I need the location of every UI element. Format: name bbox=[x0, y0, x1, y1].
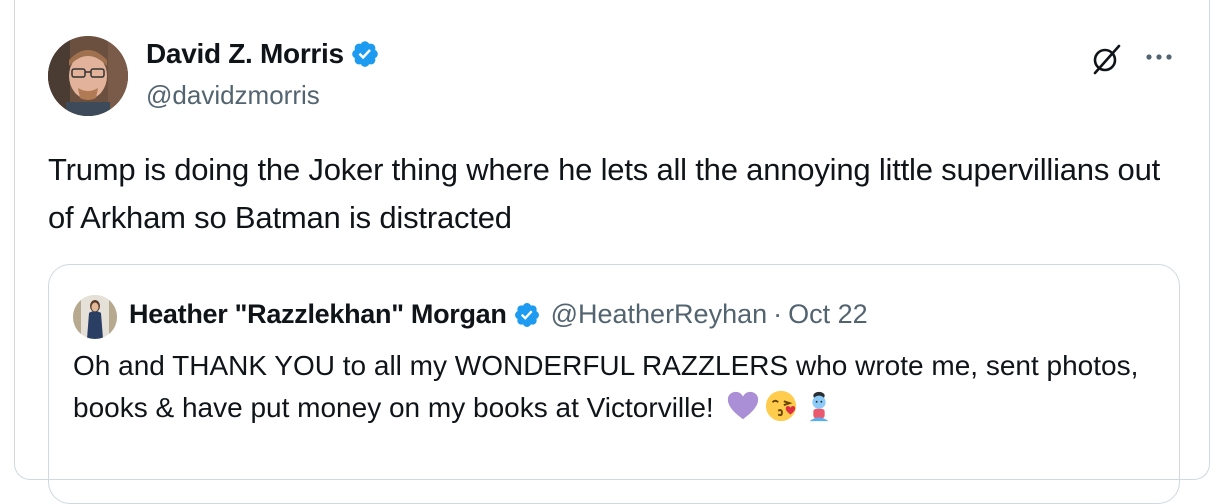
avatar[interactable] bbox=[48, 36, 128, 116]
author-handle[interactable]: @davidzmorris bbox=[146, 80, 320, 111]
purple-heart-icon bbox=[727, 391, 758, 420]
author-name-row[interactable]: David Z. Morris bbox=[146, 38, 380, 70]
quoted-handle[interactable]: @HeatherReyhan bbox=[551, 299, 768, 330]
verified-badge-icon[interactable] bbox=[350, 39, 380, 69]
quoted-avatar-image bbox=[73, 295, 117, 339]
separator-dot: · bbox=[773, 299, 783, 329]
quoted-text-block: Oh and THANK YOU to all my WONDERFUL RAZ… bbox=[73, 345, 1163, 429]
quoted-display-name[interactable]: Heather "Razzlekhan" Morgan bbox=[129, 299, 507, 330]
avatar-image bbox=[48, 36, 128, 116]
genie-icon bbox=[809, 391, 828, 422]
tweet-text: Trump is doing the Joker thing where he … bbox=[48, 152, 1161, 235]
more-icon[interactable] bbox=[1142, 44, 1176, 70]
quoted-date[interactable]: Oct 22 bbox=[788, 299, 868, 330]
quoted-tweet[interactable]: Heather "Razzlekhan" Morgan @HeatherReyh… bbox=[48, 264, 1180, 504]
quoted-avatar[interactable] bbox=[73, 295, 117, 339]
verified-badge-icon[interactable] bbox=[513, 301, 541, 329]
quoted-text: Oh and THANK YOU to all my WONDERFUL RAZ… bbox=[73, 350, 1139, 423]
grok-icon[interactable] bbox=[1090, 42, 1124, 76]
quoted-header: Heather "Razzlekhan" Morgan @HeatherReyh… bbox=[129, 299, 868, 330]
face-blowing-kiss-icon bbox=[765, 390, 796, 422]
author-display-name[interactable]: David Z. Morris bbox=[146, 38, 344, 70]
